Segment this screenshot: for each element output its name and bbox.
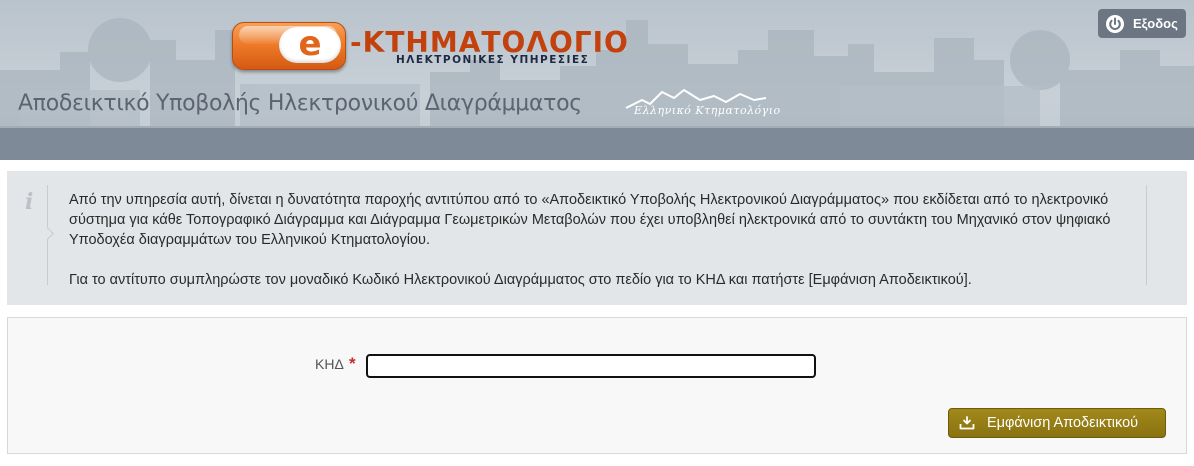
show-certificate-button[interactable]: Εμφάνιση Αποδεικτικού xyxy=(948,408,1166,438)
download-icon xyxy=(959,416,975,430)
header: e -ΚΤΗΜΑΤΟΛΟΓΙΟ ΗΛΕΚΤΡΟΝΙΚΕΣ ΥΠΗΡΕΣΙΕΣ Ε… xyxy=(0,0,1194,160)
required-marker: * xyxy=(349,354,356,373)
header-band xyxy=(0,128,1194,160)
kid-label: ΚΗΔ xyxy=(315,356,344,372)
info-paragraph-2: Για το αντίτυπο συμπληρώστε τον μοναδικό… xyxy=(69,272,972,288)
info-paragraph-1: Από την υπηρεσία αυτή, δίνεται η δυνατότ… xyxy=(69,192,1111,248)
kid-input[interactable] xyxy=(366,354,816,378)
logo-subtitle: ΗΛΕΚΤΡΟΝΙΚΕΣ ΥΠΗΡΕΣΙΕΣ xyxy=(396,54,590,66)
info-divider-right xyxy=(1146,185,1147,285)
info-icon: i xyxy=(25,189,34,215)
show-certificate-label: Εμφάνιση Αποδεικτικού xyxy=(987,415,1139,431)
info-panel: i Από την υπηρεσία αυτή, δίνεται η δυνατ… xyxy=(7,171,1187,305)
logout-button[interactable]: Εξοδος xyxy=(1098,9,1186,38)
search-form: ΚΗΔ * Εμφάνιση Αποδεικτικού xyxy=(7,317,1187,454)
e-logo-letter: e xyxy=(279,27,341,63)
logout-label: Εξοδος xyxy=(1133,16,1178,31)
power-icon xyxy=(1106,14,1124,33)
org-name: Ελληνικό Κτηματολόγιο xyxy=(634,104,781,117)
page-title: Αποδεικτικό Υποβολής Ηλεκτρονικού Διαγρά… xyxy=(18,91,582,116)
info-text: Από την υπηρεσία αυτή, δίνεται η δυνατότ… xyxy=(69,190,1139,290)
e-logo: e xyxy=(232,22,346,70)
